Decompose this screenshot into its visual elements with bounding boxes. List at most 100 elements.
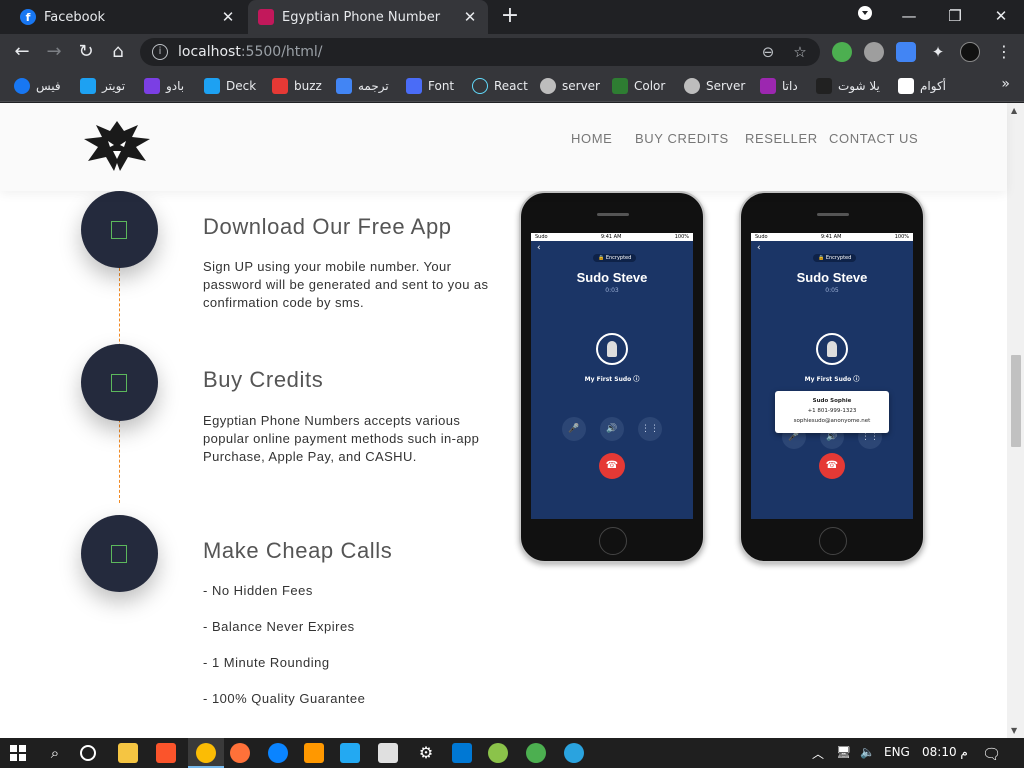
menu-kebab-icon[interactable]: ⋮ [994,42,1014,62]
profile-menu-icon[interactable] [842,0,888,34]
sudo-name: My First Sudo ⓘ [584,376,640,383]
paint-icon[interactable] [488,743,508,763]
avatar-figure [827,341,837,357]
phone-speaker [817,213,849,216]
globe-icon [540,78,556,94]
chrome-icon[interactable] [196,743,216,763]
close-tab-icon[interactable]: ✕ [460,8,480,26]
buzz-icon [272,78,288,94]
close-tab-icon[interactable]: ✕ [218,8,238,26]
sublime-icon[interactable] [304,743,324,763]
phone-speaker [597,213,629,216]
notifications-icon[interactable]: 🗨 [982,745,1001,763]
windows-start-icon[interactable] [10,745,26,761]
bookmark-item[interactable]: buzz [272,76,322,96]
vscode-icon[interactable] [340,743,360,763]
avatar[interactable] [960,42,980,62]
nav-home[interactable]: HOME [571,131,612,146]
volume-icon[interactable]: 🔈 [860,745,875,759]
bookmark-item[interactable]: فيس [14,76,61,96]
bookmark-item[interactable]: أكوام [898,76,946,96]
tab-facebook[interactable]: f Facebook ✕ [10,0,246,34]
site-header: HOME BUY CREDITS RESELLER CONTACT US [0,103,1007,191]
akwam-icon [898,78,914,94]
forward-icon[interactable]: → [42,40,66,64]
data-icon [760,78,776,94]
extension-icon[interactable] [864,42,884,62]
step-icon [111,545,127,563]
scrollbar-thumb[interactable] [1011,355,1021,447]
translate-icon[interactable] [896,42,916,62]
bookmark-label: buzz [294,79,322,93]
reload-icon[interactable]: ↻ [74,40,98,64]
bookmark-item[interactable]: Deck [204,76,256,96]
phone-home-button [819,527,847,555]
brave-icon[interactable] [156,743,176,763]
back-icon[interactable]: ← [10,40,34,64]
telegram-icon[interactable] [564,743,584,763]
sudo-name: My First Sudo ⓘ [804,376,860,383]
encrypted-badge: 🔒 Encrypted [813,254,857,262]
file-explorer-icon[interactable] [118,743,138,763]
bookmark-item[interactable]: Color [612,76,665,96]
restore-icon[interactable]: ❐ [932,0,978,34]
app-icon[interactable] [526,743,546,763]
bookmark-item[interactable]: داتا [760,76,798,96]
bookmark-item[interactable]: تويتر [80,76,125,96]
windows-taskbar: ⌕ ⚙ ︿ 🖥 🔈 ENG 08:10 م 🗨 [0,738,1024,768]
step-icon [111,221,127,239]
feature-bullet: - 100% Quality Guarantee [203,691,366,706]
bookmark-star-icon[interactable]: ☆ [790,42,810,62]
settings-gear-icon[interactable]: ⚙ [416,743,436,763]
bookmark-item[interactable]: server [540,76,600,96]
clock[interactable]: 08:10 م [922,745,968,759]
mail-icon[interactable] [452,743,472,763]
minimize-icon[interactable]: — [886,0,932,34]
page-scrollbar[interactable]: ▲ ▼ [1007,103,1024,738]
new-tab-button[interactable]: + [498,4,522,30]
step-circle-3 [81,515,158,592]
badoo-icon [144,78,160,94]
network-icon[interactable]: 🖥 [836,745,851,759]
bookmark-item[interactable]: React [472,76,528,96]
bookmark-label: server [562,79,600,93]
extension-icon[interactable] [832,42,852,62]
popup-name: Sudo Sophie [812,398,852,404]
translate-icon [336,78,352,94]
bookmark-item[interactable]: يلا شوت [816,76,880,96]
browser-tabbar: f Facebook ✕ Egyptian Phone Number ✕ + —… [0,0,1024,34]
firefox-icon[interactable] [230,743,250,763]
tab-label: Facebook [44,9,106,25]
wolf-logo-icon[interactable] [80,117,154,173]
zoom-icon[interactable]: ⊖ [758,42,778,62]
nav-contact-us[interactable]: CONTACT US [829,131,918,146]
back-chevron-icon: ‹ [757,243,761,253]
bookmark-item[interactable]: ترجمه [336,76,389,96]
bookmark-item[interactable]: بادو [144,76,184,96]
address-bar[interactable]: i localhost:5500/html/ ⊖ ☆ [140,38,820,66]
nav-reseller[interactable]: RESELLER [745,131,818,146]
extensions-puzzle-icon[interactable]: ✦ [928,42,948,62]
window-close-icon[interactable]: ✕ [978,0,1024,34]
bookmarks-bar: فيس تويتر بادو Deck buzz ترجمه Font Reac… [0,70,1024,102]
bookmark-label: يلا شوت [838,79,880,93]
store-icon[interactable] [378,743,398,763]
tab-egyptian-phone-number[interactable]: Egyptian Phone Number ✕ [248,0,488,34]
search-icon[interactable]: ⌕ [45,743,65,763]
phone-statusbar: Sudo 9:41 AM 100% [531,233,693,241]
bookmark-label: Deck [226,79,257,93]
home-icon[interactable]: ⌂ [106,40,130,64]
bookmark-item[interactable]: Font [406,76,454,96]
scroll-down-icon[interactable]: ▼ [1011,726,1017,735]
nav-buy-credits[interactable]: BUY CREDITS [635,131,729,146]
site-info-icon[interactable]: i [152,44,168,60]
task-view-icon[interactable] [80,745,96,761]
status-carrier: Sudo [535,234,548,240]
bookmark-item[interactable]: Server [684,76,745,96]
tweetdeck-icon [204,78,220,94]
language-indicator[interactable]: ENG [884,745,910,759]
firefox-dev-icon[interactable] [268,743,288,763]
scroll-up-icon[interactable]: ▲ [1011,106,1017,115]
more-bookmarks-icon[interactable]: » [1001,76,1010,92]
tray-chevron-icon[interactable]: ︿ [812,745,824,762]
